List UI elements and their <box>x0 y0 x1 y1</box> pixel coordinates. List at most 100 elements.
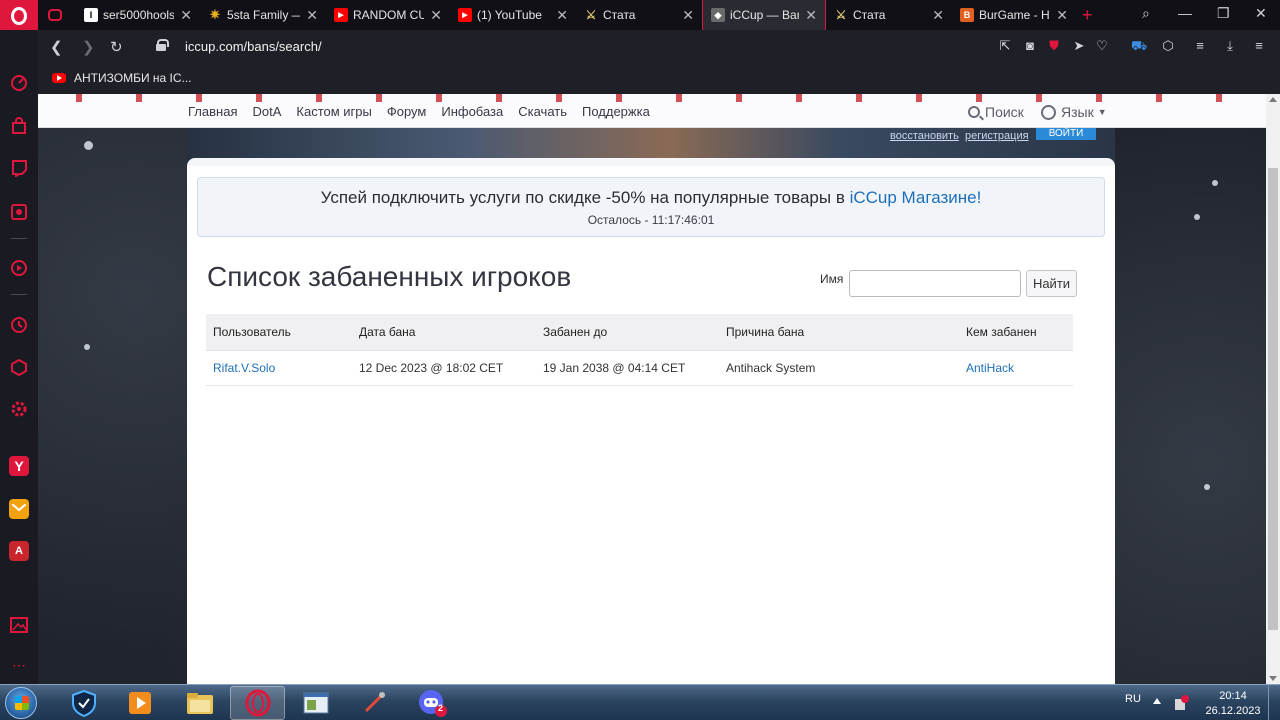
column-header-banned-until[interactable]: Забанен до <box>536 314 719 351</box>
maximize-icon[interactable]: ❐ <box>1217 5 1230 22</box>
close-tab-icon[interactable]: ✕ <box>1056 7 1068 24</box>
shop-link[interactable]: iCCup Магазине! <box>850 188 982 207</box>
page-scrollbar[interactable] <box>1266 94 1280 684</box>
opera-icon <box>245 689 270 717</box>
name-search-input[interactable] <box>849 270 1021 297</box>
download-icon[interactable]: ⤓ <box>1223 39 1237 53</box>
register-link[interactable]: регистрация <box>965 130 1029 142</box>
settings-icon[interactable]: ≡ <box>1252 39 1266 53</box>
scroll-down-icon[interactable] <box>1269 676 1277 681</box>
tab-ser5000hools[interactable]: I ser5000hools: ✕ <box>76 0 200 30</box>
start-button[interactable] <box>5 687 37 719</box>
clock[interactable]: 20:14 26.12.2023 <box>1205 689 1261 719</box>
opera-menu-icon[interactable] <box>0 0 38 30</box>
bookmarks-bar: АНТИЗОМБИ на IC... <box>38 64 1280 94</box>
language-menu[interactable]: Язык ▼ <box>1041 104 1107 120</box>
speed-dial-icon[interactable] <box>9 73 29 93</box>
nav-forum[interactable]: Форум <box>387 104 427 119</box>
column-header-banned-by[interactable]: Кем забанен <box>959 314 1073 351</box>
column-header-user[interactable]: Пользователь <box>206 314 352 351</box>
tab-burgame[interactable]: B BurGame - Ho ✕ <box>952 0 1076 30</box>
scroll-up-icon[interactable] <box>1269 97 1277 102</box>
close-window-icon[interactable]: ✕ <box>1255 5 1267 22</box>
show-desktop-button[interactable] <box>1268 685 1280 720</box>
taskbar-app-window[interactable] <box>288 686 343 720</box>
reload-icon[interactable]: ↻ <box>110 38 123 56</box>
nav-custom-games[interactable]: Кастом игры <box>296 104 371 119</box>
show-hidden-icons-icon[interactable] <box>1153 698 1161 704</box>
banned-by-link[interactable]: AntiHack <box>959 350 1073 386</box>
tab-5sta-family[interactable]: ✷ 5sta Family — ✕ <box>200 0 326 30</box>
close-tab-icon[interactable]: ✕ <box>805 7 817 24</box>
camera-icon[interactable]: ◙ <box>1023 39 1037 53</box>
shopping-bag-icon[interactable] <box>9 116 29 136</box>
nav-dota[interactable]: DotA <box>252 104 281 119</box>
tab-search-icon[interactable]: ⌕ <box>1142 5 1150 22</box>
forward-icon[interactable]: ❯ <box>82 38 95 56</box>
tab-iccup-bans[interactable]: ◆ iCCup — Bans ✕ <box>702 0 826 30</box>
nav-download[interactable]: Скачать <box>518 104 567 119</box>
history-icon[interactable] <box>9 315 29 335</box>
settings-icon[interactable] <box>9 399 29 419</box>
taskbar-vpn[interactable] <box>56 686 111 720</box>
find-button[interactable]: Найти <box>1026 270 1077 297</box>
close-tab-icon[interactable]: ✕ <box>180 7 192 24</box>
new-tab-icon[interactable]: + <box>1082 5 1093 26</box>
twitch-icon[interactable] <box>9 158 29 178</box>
nav-home[interactable]: Главная <box>188 104 237 119</box>
extensions-icon[interactable] <box>9 357 29 377</box>
close-tab-icon[interactable]: ✕ <box>306 7 318 24</box>
close-tab-icon[interactable]: ✕ <box>556 7 568 24</box>
scrollbar-thumb[interactable] <box>1268 168 1278 630</box>
tray-app-icon[interactable] <box>1172 694 1190 712</box>
cart-icon[interactable]: ⛟ <box>1131 39 1147 53</box>
language-indicator[interactable]: RU <box>1125 693 1141 705</box>
shield-icon <box>71 689 96 717</box>
nav-infobase[interactable]: Инфобаза <box>441 104 503 119</box>
taskbar-explorer[interactable] <box>172 686 227 720</box>
minimize-icon[interactable]: — <box>1178 5 1192 21</box>
close-tab-icon[interactable]: ✕ <box>932 7 944 24</box>
bans-table: Пользователь Дата бана Забанен до Причин… <box>206 314 1073 386</box>
taskbar-media-player[interactable] <box>112 686 167 720</box>
wallpaper-icon[interactable] <box>9 615 29 635</box>
back-icon[interactable]: ❮ <box>50 38 63 56</box>
url-field[interactable]: iccup.com/bans/search/ <box>185 39 322 54</box>
column-header-ban-date[interactable]: Дата бана <box>352 314 536 351</box>
tab-gx[interactable] <box>40 0 76 30</box>
tab-random-cup[interactable]: ▶ RANDOM CUP ✕ <box>326 0 450 30</box>
taskbar-tool[interactable] <box>346 686 401 720</box>
taskbar-opera-gx[interactable] <box>230 686 285 720</box>
more-icon[interactable]: ⋯ <box>9 655 29 675</box>
cube-icon[interactable]: ⬡ <box>1161 39 1175 53</box>
column-header-reason[interactable]: Причина бана <box>719 314 959 351</box>
close-tab-icon[interactable]: ✕ <box>682 7 694 24</box>
player-icon[interactable] <box>9 258 29 278</box>
window-icon <box>303 692 328 714</box>
share-icon[interactable]: ⇱ <box>998 39 1012 53</box>
list-icon[interactable]: ≡ <box>1193 39 1207 53</box>
user-link[interactable]: Rifat.V.Solo <box>206 350 352 386</box>
translate-icon[interactable]: A <box>9 541 29 561</box>
main-content: восстановить регистрация ВОЙТИ Успей под… <box>187 128 1115 684</box>
tab-stata-1[interactable]: ⚔ Стата ✕ <box>576 0 702 30</box>
nav-support[interactable]: Поддержка <box>582 104 650 119</box>
mail-icon[interactable] <box>9 499 29 519</box>
tab-youtube[interactable]: ▶ (1) YouTube ✕ <box>450 0 576 30</box>
gx-control-icon[interactable] <box>9 202 29 222</box>
iccup-icon: ◆ <box>711 8 725 22</box>
yandex-icon[interactable]: Y <box>9 456 29 476</box>
heart-icon[interactable]: ♡ <box>1095 39 1109 53</box>
youtube-icon: ▶ <box>458 8 472 22</box>
login-button[interactable]: ВОЙТИ <box>1036 128 1096 140</box>
restore-link[interactable]: восстановить <box>890 130 959 142</box>
folder-icon <box>186 693 213 714</box>
send-icon[interactable]: ➤ <box>1072 39 1086 53</box>
shield-icon[interactable]: ⛊ <box>1047 39 1061 53</box>
snowflake <box>84 141 93 150</box>
close-tab-icon[interactable]: ✕ <box>430 7 442 24</box>
taskbar-discord[interactable]: 2 <box>405 686 460 720</box>
site-search-button[interactable]: Поиск <box>968 104 1024 120</box>
bookmark-antizombie[interactable]: АНТИЗОМБИ на IC... <box>52 71 192 85</box>
tab-stata-2[interactable]: ⚔ Стата ✕ <box>826 0 952 30</box>
